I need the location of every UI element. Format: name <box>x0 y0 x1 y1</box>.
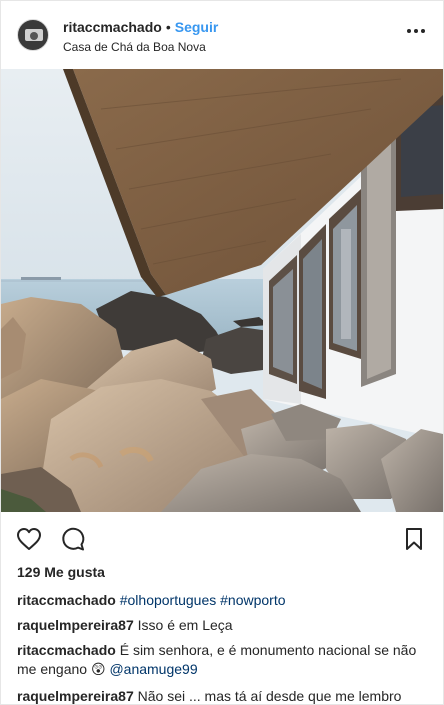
heart-icon[interactable] <box>15 525 43 553</box>
camera-lens-icon <box>30 32 38 40</box>
astonished-face-emoji: 😲 <box>90 661 106 677</box>
likes-count[interactable]: 129 Me gusta <box>17 564 105 580</box>
comment-username[interactable]: raquelmpereira87 <box>17 617 134 633</box>
comment-username[interactable]: ritaccmachado <box>17 592 116 608</box>
location-link[interactable]: Casa de Chá da Boa Nova <box>63 40 206 54</box>
instagram-post-card: ritaccmachado • Seguir Casa de Chá da Boa … <box>0 0 444 705</box>
more-options-icon[interactable] <box>407 27 425 35</box>
comment-hashtags[interactable]: #olhoportugues #nowporto <box>120 592 286 608</box>
comment-icon[interactable] <box>59 525 87 553</box>
comment-text: Não sei ... mas tá aí desde que me lembr… <box>137 688 402 704</box>
comment-item: ritaccmachado É sim senhora, e é monumen… <box>17 641 429 679</box>
comment-item: raquelmpereira87 Não sei ... mas tá aí d… <box>17 687 429 705</box>
comment-text: Isso é em Leça <box>137 617 233 633</box>
user-avatar[interactable] <box>17 19 49 51</box>
comment-mention[interactable]: @anamuge99 <box>109 661 197 677</box>
follow-button[interactable]: Seguir <box>175 19 219 35</box>
user-line: ritaccmachado • Seguir <box>63 19 218 35</box>
comment-username[interactable]: ritaccmachado <box>17 642 116 658</box>
post-header: ritaccmachado • Seguir Casa de Chá da Boa … <box>1 1 443 69</box>
action-bar <box>1 519 443 559</box>
bookmark-icon[interactable] <box>400 525 428 553</box>
post-photo[interactable] <box>1 69 443 512</box>
username-link[interactable]: ritaccmachado <box>63 19 162 35</box>
separator-dot: • <box>165 19 171 35</box>
comment-item: raquelmpereira87 Isso é em Leça <box>17 616 429 635</box>
comment-username[interactable]: raquelmpereira87 <box>17 688 134 704</box>
comment-item: ritaccmachado #olhoportugues #nowporto <box>17 591 429 610</box>
